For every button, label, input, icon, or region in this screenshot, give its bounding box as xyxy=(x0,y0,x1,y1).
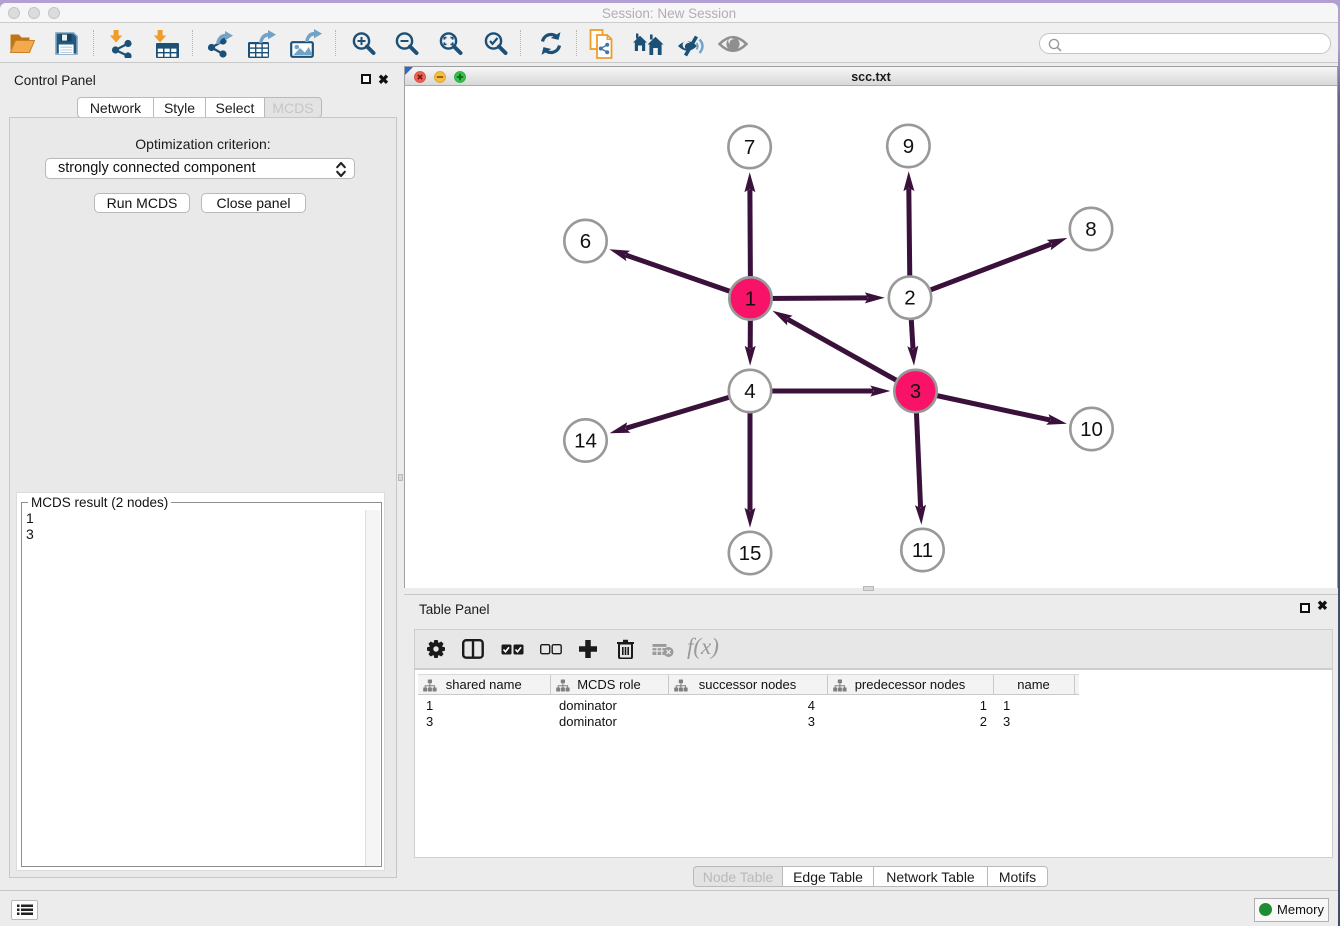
svg-text:9: 9 xyxy=(903,135,914,158)
svg-text:7: 7 xyxy=(744,136,755,159)
svg-text:14: 14 xyxy=(574,430,597,453)
svg-text:10: 10 xyxy=(1080,418,1103,441)
svg-text:2: 2 xyxy=(904,287,915,310)
svg-text:3: 3 xyxy=(910,380,921,403)
svg-text:4: 4 xyxy=(744,380,755,403)
svg-text:6: 6 xyxy=(580,230,591,253)
svg-text:15: 15 xyxy=(739,542,762,565)
svg-text:8: 8 xyxy=(1085,218,1096,241)
svg-text:1: 1 xyxy=(745,288,756,311)
svg-text:11: 11 xyxy=(912,539,933,562)
